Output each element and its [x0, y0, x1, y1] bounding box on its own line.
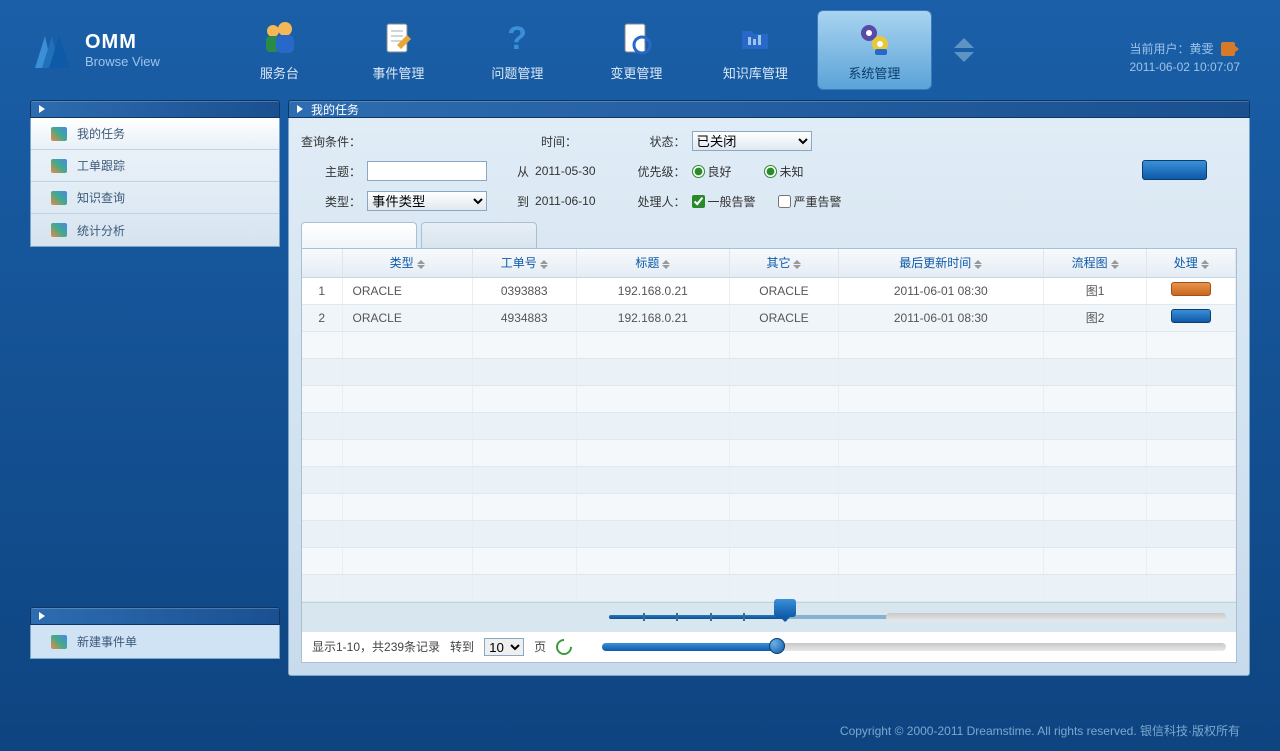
handler-severe-check[interactable]	[778, 195, 791, 208]
arrow-up-icon[interactable]	[954, 38, 974, 48]
arrow-down-icon[interactable]	[954, 52, 974, 62]
col-type[interactable]: 类型	[342, 249, 472, 277]
tab-1[interactable]	[301, 222, 417, 248]
type-select[interactable]: 事件类型	[367, 191, 487, 211]
folder-chart-icon	[736, 19, 774, 57]
subject-input[interactable]	[367, 161, 487, 181]
date-to: 2011-06-10	[535, 194, 596, 208]
action-pill[interactable]	[1171, 282, 1211, 296]
user-info: 当前用户：黄雯 2011-06-02 10:07:07	[1129, 40, 1240, 76]
tab-2[interactable]	[421, 222, 537, 248]
menu-icon	[51, 127, 67, 141]
pager-summary: 显示1-10，共239条记录	[312, 638, 440, 655]
people-icon	[260, 19, 298, 57]
nav-service-desk[interactable]: 服务台	[222, 10, 337, 90]
pager: 显示1-10，共239条记录 转到 10 页	[302, 632, 1236, 662]
logo-title: OMM	[85, 31, 160, 54]
priority-label: 优先级：	[626, 163, 686, 180]
nav-knowledge-mgmt[interactable]: 知识库管理	[698, 10, 813, 90]
status-label: 状态：	[626, 133, 686, 150]
sidebar-item-order-track[interactable]: 工单跟踪	[31, 150, 279, 182]
document-pencil-icon	[379, 19, 417, 57]
search-form: 查询条件： 主题： 类型：事件类型 时间： 从 2011-05-30 到 201…	[301, 130, 1237, 212]
pager-progress[interactable]	[602, 643, 1226, 651]
nav-sort-arrows[interactable]	[954, 38, 974, 62]
triangle-right-icon	[297, 105, 303, 113]
col-flow[interactable]: 流程图	[1043, 249, 1147, 277]
col-order[interactable]: 工单号	[472, 249, 576, 277]
main-header: 我的任务	[288, 100, 1250, 118]
slider-right-track[interactable]	[886, 613, 1226, 621]
search-button[interactable]	[1142, 160, 1207, 180]
sidebar-item-my-tasks[interactable]: 我的任务	[31, 118, 279, 150]
triangle-right-icon	[39, 612, 45, 620]
handler-label: 处理人：	[626, 193, 686, 210]
type-label: 类型：	[301, 193, 361, 210]
col-updated[interactable]: 最后更新时间	[838, 249, 1043, 277]
sidebar-item-knowledge[interactable]: 知识查询	[31, 182, 279, 214]
sidebar-new-event[interactable]: 新建事件单	[30, 625, 280, 659]
time-label: 时间：	[517, 133, 577, 150]
refresh-icon[interactable]	[553, 635, 576, 658]
menu-icon	[51, 223, 67, 237]
sidebar-footer-header[interactable]	[30, 607, 280, 625]
table-row[interactable]: 2ORACLE4934883192.168.0.21ORACLE2011-06-…	[302, 304, 1236, 331]
main-title: 我的任务	[311, 101, 359, 118]
col-action[interactable]: 处理	[1147, 249, 1236, 277]
footer-copyright: Copyright © 2000-2011 Dreamstime. All ri…	[840, 722, 1240, 739]
col-other[interactable]: 其它	[730, 249, 839, 277]
sidebar-header[interactable]	[30, 100, 280, 118]
page-select[interactable]: 10	[484, 638, 524, 656]
cond-label: 查询条件：	[301, 133, 361, 150]
menu-icon	[51, 159, 67, 173]
svg-text:?: ?	[508, 20, 528, 56]
table-slider-row	[302, 602, 1236, 632]
table-row[interactable]: 1ORACLE0393883192.168.0.21ORACLE2011-06-…	[302, 277, 1236, 304]
triangle-right-icon	[39, 105, 45, 113]
logo: OMM Browse View	[30, 28, 160, 73]
logo-icon	[30, 28, 75, 73]
nav-system-mgmt[interactable]: 系统管理	[817, 10, 932, 90]
menu-icon	[51, 191, 67, 205]
nav-change-mgmt[interactable]: 变更管理	[579, 10, 694, 90]
subject-label: 主题：	[301, 163, 361, 180]
question-icon: ?	[498, 19, 536, 57]
current-datetime: 2011-06-02 10:07:07	[1129, 58, 1240, 76]
progress-handle[interactable]	[769, 638, 785, 654]
slider-handle[interactable]	[774, 599, 796, 617]
status-select[interactable]: 已关闭	[692, 131, 812, 151]
handler-normal-check[interactable]	[692, 195, 705, 208]
col-idx[interactable]	[302, 249, 342, 277]
document-refresh-icon	[617, 19, 655, 57]
menu-icon	[51, 635, 67, 649]
sidebar-item-stats[interactable]: 统计分析	[31, 214, 279, 246]
nav-problem-mgmt[interactable]: ? 问题管理	[460, 10, 575, 90]
action-pill[interactable]	[1171, 309, 1211, 323]
results-table: 类型 工单号 标题 其它 最后更新时间 流程图 处理 1ORACLE039388…	[301, 248, 1237, 663]
priority-unknown-radio[interactable]	[764, 165, 777, 178]
date-from: 2011-05-30	[535, 164, 596, 178]
logout-icon[interactable]	[1221, 42, 1235, 56]
nav-event-mgmt[interactable]: 事件管理	[341, 10, 456, 90]
col-title[interactable]: 标题	[576, 249, 730, 277]
logo-subtitle: Browse View	[85, 54, 160, 69]
main-nav: 服务台 事件管理 ? 问题管理 变更管理 知识库管理 系统管理	[220, 10, 934, 90]
gears-icon	[855, 19, 893, 57]
priority-good-radio[interactable]	[692, 165, 705, 178]
